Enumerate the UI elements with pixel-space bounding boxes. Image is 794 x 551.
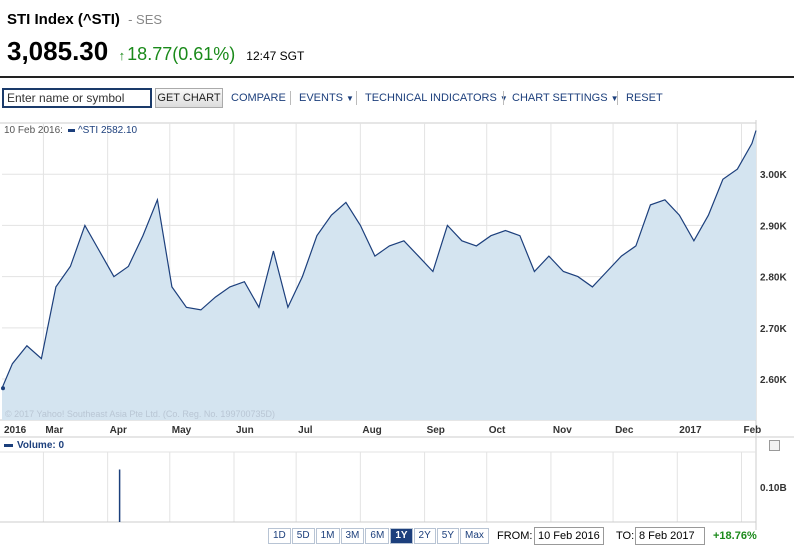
legend-date: 10 Feb 2016: <box>4 125 63 136</box>
x-tick-label: Aug <box>362 425 381 436</box>
to-label: TO: <box>616 530 635 542</box>
technical-indicators-menu[interactable]: TECHNICAL INDICATORS▼ <box>365 92 508 104</box>
x-tick-label: Oct <box>489 425 506 436</box>
volume-settings-icon[interactable] <box>769 440 780 451</box>
range-change: +18.76% <box>713 530 757 542</box>
volume-bar <box>118 469 121 522</box>
range-button-1y[interactable]: 1Y <box>390 528 413 544</box>
chart-frame: 2016 Mar Apr May Jun Jul Aug Sep Oct Nov Dec 2017 Fe… <box>0 120 794 551</box>
volume-label: Volume: 0 <box>4 440 64 451</box>
exchange-label: - SES <box>128 12 163 27</box>
chart-settings-label: CHART SETTINGS <box>512 92 608 104</box>
last-price: 3,085.30 <box>7 36 109 66</box>
up-arrow-icon: ↑ <box>118 48 126 63</box>
events-label: EVENTS <box>299 92 344 104</box>
legend-series: ^STI 2582.10 <box>77 125 138 136</box>
x-tick-label: Nov <box>553 425 572 436</box>
toolbar-divider <box>617 91 618 105</box>
range-button-max[interactable]: Max <box>460 528 489 544</box>
x-tick-label: Apr <box>110 425 127 436</box>
start-point-marker <box>1 386 5 391</box>
x-tick-label: Dec <box>615 425 634 436</box>
price-change: ↑ 18.77(0.61%) <box>119 44 241 64</box>
from-label: FROM: <box>497 530 533 542</box>
price-change-value: 18.77(0.61%) <box>127 44 236 64</box>
caret-down-icon: ▼ <box>346 94 354 103</box>
legend-swatch <box>67 128 75 132</box>
get-chart-button[interactable]: GET CHART <box>155 88 223 108</box>
title-row: STI Index (^STI) - SES <box>7 11 162 28</box>
y-tick-label: 2.70K <box>760 324 787 335</box>
range-button-5y[interactable]: 5Y <box>436 528 460 544</box>
range-button-5d[interactable]: 5D <box>291 528 315 544</box>
range-button-1d[interactable]: 1D <box>268 528 291 544</box>
volume-y-tick-label: 0.10B <box>760 483 787 494</box>
to-date-input[interactable] <box>635 527 705 545</box>
x-tick-label: Sep <box>427 425 445 436</box>
technical-indicators-label: TECHNICAL INDICATORS <box>365 92 497 104</box>
range-button-3m[interactable]: 3M <box>340 528 365 544</box>
y-tick-label: 2.80K <box>760 273 787 284</box>
reset-button[interactable]: RESET <box>626 92 663 104</box>
range-button-2y[interactable]: 2Y <box>413 528 436 544</box>
y-tick-label: 2.60K <box>760 375 787 386</box>
x-tick-label: 2016 <box>4 425 27 436</box>
chart-legend: 10 Feb 2016: ^STI 2582.10 <box>4 125 137 136</box>
price-row: 3,085.30 ↑ 18.77(0.61%) 12:47 SGT <box>7 36 304 66</box>
y-tick-label: 3.00K <box>760 170 787 181</box>
quote-time: 12:47 SGT <box>246 49 305 63</box>
events-menu[interactable]: EVENTS ▼ <box>299 92 354 104</box>
range-button-1m[interactable]: 1M <box>315 528 340 544</box>
from-date-input[interactable] <box>534 527 604 545</box>
x-tick-label: Jun <box>236 425 254 436</box>
y-tick-label: 2.90K <box>760 221 787 232</box>
compare-button[interactable]: COMPARE <box>231 92 286 104</box>
x-tick-label: Feb <box>744 425 762 436</box>
index-name: STI Index (^STI) <box>7 11 120 28</box>
x-tick-label: May <box>172 425 192 436</box>
x-tick-label: Jul <box>298 425 313 436</box>
toolbar-divider <box>356 91 357 105</box>
x-tick-label: 2017 <box>679 425 702 436</box>
copyright-watermark: © 2017 Yahoo! Southeast Asia Pte Ltd. (C… <box>5 409 275 419</box>
toolbar-divider <box>503 91 504 105</box>
volume-label-text: Volume: 0 <box>17 440 65 451</box>
chart-toolbar: GET CHART COMPARE EVENTS▼ TECHNICAL INDI… <box>0 86 794 110</box>
chart-settings-menu[interactable]: CHART SETTINGS ▼ <box>512 92 618 104</box>
symbol-search-input[interactable] <box>2 88 152 108</box>
volume-swatch <box>4 443 13 447</box>
range-selector: 1D 5D 1M 3M 6M 1Y 2Y 5Y Max <box>268 528 490 544</box>
price-chart[interactable]: 2016 Mar Apr May Jun Jul Aug Sep Oct Nov Dec 2017 Fe… <box>0 120 794 551</box>
toolbar-divider <box>290 91 291 105</box>
range-button-6m[interactable]: 6M <box>365 528 390 544</box>
quote-header: STI Index (^STI) - SES 3,085.30 ↑ 18.77(0… <box>0 0 794 78</box>
x-tick-label: Mar <box>45 425 63 436</box>
